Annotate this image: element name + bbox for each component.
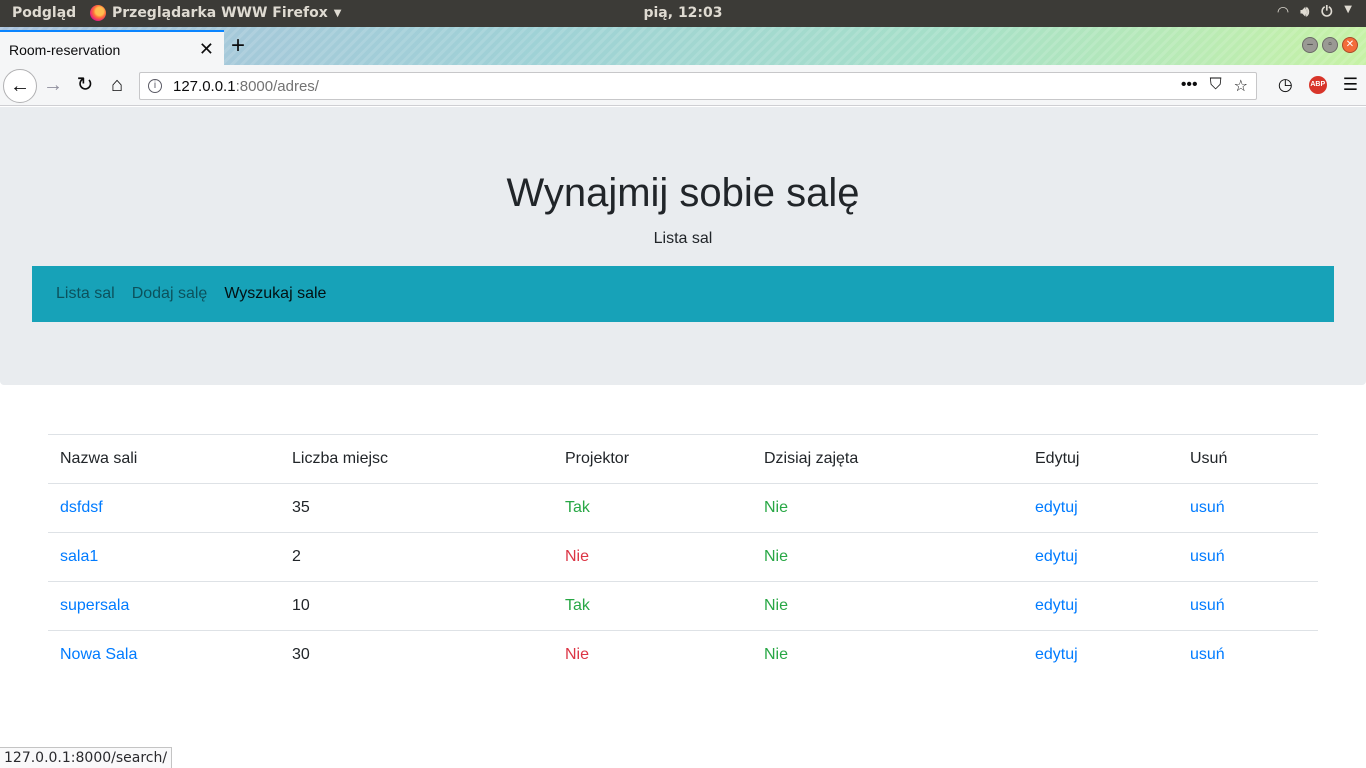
nav-link-search-rooms[interactable]: Wyszukaj sale — [224, 285, 326, 303]
system-tray[interactable]: ◠ 🔊︎ ⏻ ▼ — [1278, 4, 1352, 20]
menu-icon[interactable]: ☰ — [1343, 75, 1358, 95]
room-projector: Nie — [553, 532, 752, 582]
room-name-link[interactable]: Nowa Sala — [60, 646, 137, 663]
nav-link-add-room[interactable]: Dodaj salę — [132, 285, 208, 303]
close-window-button[interactable]: ✕ — [1342, 37, 1358, 53]
url-actions: ••• ⛉ ☆ — [1181, 76, 1248, 96]
jumbotron: Wynajmij sobie salę Lista sal Lista sal … — [0, 107, 1366, 385]
close-tab-icon[interactable]: ✕ — [199, 39, 214, 60]
column-header-projector: Projektor — [553, 434, 752, 484]
delete-room-link[interactable]: usuń — [1190, 646, 1225, 663]
column-header-name: Nazwa sali — [48, 434, 280, 484]
new-tab-button[interactable]: + — [231, 32, 245, 60]
delete-room-link[interactable]: usuń — [1190, 597, 1225, 614]
room-projector: Tak — [553, 581, 752, 631]
pocket-icon[interactable]: ⛉ — [1210, 76, 1222, 96]
navigation-toolbar: ← → ↻ ⌂ i 127.0.0.1:8000/adres/ ••• ⛉ ☆ … — [0, 65, 1366, 106]
room-projector: Tak — [553, 483, 752, 533]
site-nav: Lista sal Dodaj salę Wyszukaj sale — [32, 266, 1334, 322]
rooms-table: Nazwa sali Liczba miejsc Projektor Dzisi… — [48, 434, 1318, 680]
clock[interactable]: pią, 12:03 — [0, 5, 1366, 21]
room-name-link[interactable]: supersala — [60, 597, 129, 614]
window-controls: – ▫ ✕ — [1302, 37, 1358, 53]
delete-room-link[interactable]: usuń — [1190, 499, 1225, 516]
room-seats: 10 — [280, 581, 553, 631]
column-header-delete: Usuń — [1178, 434, 1318, 484]
adblock-plus-icon[interactable]: ABP — [1308, 76, 1327, 94]
room-seats: 35 — [280, 483, 553, 533]
maximize-button[interactable]: ▫ — [1322, 37, 1338, 53]
os-top-panel: Podgląd Przeglądarka WWW Firefox ▼ pią, … — [0, 0, 1366, 27]
home-button[interactable]: ⌂ — [102, 70, 132, 100]
url-host: 127.0.0.1 — [173, 78, 236, 95]
page-title: Wynajmij sobie salę — [506, 171, 860, 215]
room-name-link[interactable]: dsfdsf — [60, 499, 103, 516]
edit-room-link[interactable]: edytuj — [1035, 646, 1078, 663]
page-actions-icon[interactable]: ••• — [1181, 76, 1198, 96]
room-busy-today: Nie — [752, 581, 1023, 631]
history-icon[interactable]: ◷ — [1278, 75, 1293, 95]
edit-room-link[interactable]: edytuj — [1035, 548, 1078, 565]
column-header-seats: Liczba miejsc — [280, 434, 553, 484]
room-busy-today: Nie — [752, 483, 1023, 533]
room-busy-today: Nie — [752, 630, 1023, 680]
column-header-edit: Edytuj — [1023, 434, 1178, 484]
edit-room-link[interactable]: edytuj — [1035, 597, 1078, 614]
status-bar-url: 127.0.0.1:8000/search/ — [0, 747, 173, 768]
edit-room-link[interactable]: edytuj — [1035, 499, 1078, 516]
page-subtitle: Lista sal — [653, 230, 713, 247]
delete-room-link[interactable]: usuń — [1190, 548, 1225, 565]
page-viewport: Wynajmij sobie salę Lista sal Lista sal … — [0, 107, 1366, 768]
power-icon: ⏻ — [1321, 4, 1333, 20]
back-button[interactable]: ← — [3, 69, 37, 103]
table-row: dsfdsf 35 Tak Nie edytuj usuń — [48, 483, 1318, 533]
room-seats: 30 — [280, 630, 553, 680]
room-busy-today: Nie — [752, 532, 1023, 582]
minimize-button[interactable]: – — [1302, 37, 1318, 53]
forward-button[interactable]: → — [38, 70, 68, 100]
table-header-row: Nazwa sali Liczba miejsc Projektor Dzisi… — [48, 434, 1318, 484]
tab-bar: Room-reservation ✕ + – ▫ ✕ — [0, 27, 1366, 65]
chevron-down-icon: ▼ — [1344, 4, 1352, 15]
tab-room-reservation[interactable]: Room-reservation ✕ — [0, 30, 224, 65]
tab-title: Room-reservation — [9, 42, 121, 58]
toolbar-right: ◷ ABP ☰ — [1278, 75, 1358, 95]
column-header-busy-today: Dzisiaj zajęta — [752, 434, 1023, 484]
url-path: :8000/adres/ — [235, 78, 319, 95]
table-row: sala1 2 Nie Nie edytuj usuń — [48, 532, 1318, 582]
room-projector: Nie — [553, 630, 752, 680]
bookmark-star-icon[interactable]: ☆ — [1234, 76, 1248, 96]
nav-link-room-list[interactable]: Lista sal — [56, 285, 115, 303]
info-icon[interactable]: i — [148, 79, 162, 93]
table-row: Nowa Sala 30 Nie Nie edytuj usuń — [48, 630, 1318, 680]
volume-icon: 🔊︎ — [1300, 4, 1310, 20]
wifi-icon: ◠ — [1277, 4, 1289, 20]
reload-button[interactable]: ↻ — [70, 70, 100, 100]
url-text[interactable]: 127.0.0.1:8000/adres/ — [173, 78, 319, 95]
table-row: supersala 10 Tak Nie edytuj usuń — [48, 581, 1318, 631]
room-name-link[interactable]: sala1 — [60, 548, 98, 565]
url-bar[interactable]: i 127.0.0.1:8000/adres/ ••• ⛉ ☆ — [139, 72, 1257, 100]
room-seats: 2 — [280, 532, 553, 582]
